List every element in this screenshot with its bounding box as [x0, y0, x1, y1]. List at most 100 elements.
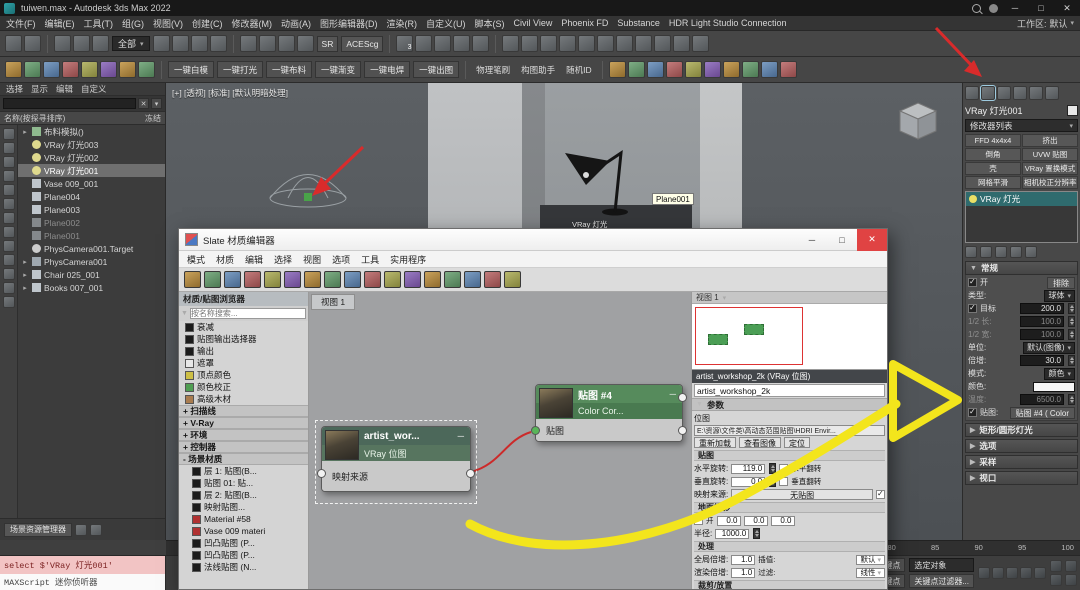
- multiplier-field[interactable]: 1.0: [731, 568, 755, 578]
- motion-tab-icon[interactable]: [1013, 86, 1027, 100]
- color-mode-dropdown[interactable]: 颜色▾: [1044, 368, 1075, 380]
- select-object-icon[interactable]: [153, 35, 170, 52]
- modifier-stack[interactable]: VRay 灯光: [965, 191, 1078, 243]
- scene-object-row[interactable]: ▸ Books 007_001: [18, 281, 165, 294]
- radius-field[interactable]: 1000.0: [715, 529, 749, 539]
- script-icon[interactable]: [780, 61, 797, 78]
- ground-on-checkbox[interactable]: [694, 516, 703, 525]
- scene-object-row[interactable]: VRay 灯光003: [18, 138, 165, 151]
- browser-item[interactable]: 凹凸贴图 (P...: [179, 537, 308, 549]
- slate-menu-item[interactable]: 编辑: [245, 253, 263, 266]
- modifier-button[interactable]: 网格平滑: [965, 176, 1021, 189]
- display-cameras-icon[interactable]: [3, 184, 15, 196]
- display-groups-icon[interactable]: [3, 226, 15, 238]
- unlink-selection-icon[interactable]: [73, 35, 90, 52]
- browser-item[interactable]: 输出: [179, 345, 308, 357]
- scene-cleaner-icon[interactable]: [138, 61, 155, 78]
- expand-arrow-icon[interactable]: ▸: [21, 284, 29, 292]
- render-setup-icon[interactable]: [654, 35, 671, 52]
- display-xrefs-icon[interactable]: [3, 240, 15, 252]
- camera-lister-icon[interactable]: [81, 61, 98, 78]
- object-color-swatch[interactable]: [1067, 105, 1078, 116]
- go-to-end-icon[interactable]: [1034, 567, 1046, 579]
- params-rollout-header[interactable]: ▼参数: [692, 398, 887, 411]
- explorer-menu-item[interactable]: 选择: [6, 83, 23, 95]
- target-checkbox[interactable]: [968, 304, 977, 313]
- bitmap-action-button[interactable]: 查看图像: [739, 437, 781, 448]
- browser-group-header[interactable]: + 扫描线: [179, 405, 308, 417]
- expand-arrow-icon[interactable]: ▸: [21, 128, 29, 136]
- sort-mode-icon[interactable]: [3, 296, 15, 308]
- zoom-view-icon[interactable]: [1065, 560, 1077, 572]
- viewcube[interactable]: [890, 95, 946, 151]
- output-socket[interactable]: [678, 426, 687, 435]
- display-shapes-icon[interactable]: [3, 156, 15, 168]
- node-view[interactable]: 视图 1 artist_wor...─ VRay 位图 映射来源: [309, 292, 691, 589]
- physical-camera-icon[interactable]: [742, 61, 759, 78]
- browser-item[interactable]: 贴图输出选择器: [179, 333, 308, 345]
- plugin-button[interactable]: 一键布料: [266, 61, 312, 78]
- texture-map-button[interactable]: 贴图 #4 ( Color: [1010, 407, 1075, 419]
- stack-item[interactable]: VRay 灯光: [966, 192, 1077, 206]
- display-geometry-icon[interactable]: [3, 142, 15, 154]
- menu-item[interactable]: 修改器(M): [232, 17, 273, 30]
- rollout-header[interactable]: ▶ 视口: [965, 471, 1078, 485]
- position-field[interactable]: 0.0: [771, 516, 795, 526]
- redo-icon[interactable]: [24, 35, 41, 52]
- display-bones-icon[interactable]: [3, 254, 15, 266]
- scale-icon[interactable]: [278, 35, 295, 52]
- render-production-icon[interactable]: [692, 35, 709, 52]
- scene-object-row[interactable]: PhysCamera001.Target: [18, 242, 165, 255]
- scene-object-row[interactable]: ▸ 布料模拟(): [18, 125, 165, 138]
- batch-render-icon[interactable]: [761, 61, 778, 78]
- rotation-field[interactable]: 119.0: [731, 464, 765, 474]
- explorer-options-icon[interactable]: [90, 524, 102, 536]
- position-field[interactable]: 0.0: [744, 516, 768, 526]
- zoom-tool-icon[interactable]: [464, 271, 481, 288]
- next-frame-icon[interactable]: [1020, 567, 1032, 579]
- rollout-header[interactable]: ▶ 矩形/圆形灯光: [965, 423, 1078, 437]
- menu-item[interactable]: Substance: [617, 18, 660, 28]
- selection-filter-dropdown[interactable]: 全部▾: [112, 36, 150, 51]
- pick-material-icon[interactable]: [204, 271, 221, 288]
- modifier-button[interactable]: 壳: [965, 162, 1021, 175]
- minimize-button[interactable]: ─: [1006, 3, 1024, 13]
- plugin-button[interactable]: 一键出图: [413, 61, 459, 78]
- bitmap-action-button[interactable]: 重新加载: [694, 437, 736, 448]
- flip-checkbox[interactable]: [779, 477, 788, 486]
- node-color-correction[interactable]: 贴图 #4─ Color Cor... 贴图: [535, 384, 683, 442]
- node-vray-bitmap[interactable]: artist_wor...─ VRay 位图 映射来源: [321, 426, 471, 492]
- browser-item[interactable]: 映射贴图...: [179, 501, 308, 513]
- texture-checkbox[interactable]: [968, 408, 977, 417]
- slate-menu-item[interactable]: 选择: [274, 253, 292, 266]
- show-background-icon[interactable]: [284, 271, 301, 288]
- search-options-icon[interactable]: ▾: [151, 98, 162, 109]
- display-tab-icon[interactable]: [1029, 86, 1043, 100]
- multiplier-field[interactable]: 30.0: [1020, 355, 1064, 366]
- material-editor-icon[interactable]: [635, 35, 652, 52]
- menu-item[interactable]: 自定义(U): [426, 17, 466, 30]
- plugin-button[interactable]: 一键白模: [168, 61, 214, 78]
- spinner[interactable]: [753, 528, 760, 539]
- multiplier-field[interactable]: 1.0: [731, 555, 755, 565]
- workspace-selector[interactable]: 工作区: 默认 ▾: [1017, 17, 1074, 30]
- navigator-header[interactable]: 视图 1▾: [692, 292, 887, 304]
- navigator-minimap[interactable]: [692, 304, 887, 370]
- material-id-channel-icon[interactable]: [384, 271, 401, 288]
- mapping-source-button[interactable]: 无贴图: [731, 489, 873, 500]
- zoom-extents-icon[interactable]: [1050, 574, 1062, 586]
- search-icon[interactable]: [972, 4, 981, 13]
- hierarchy-tab-icon[interactable]: [997, 86, 1011, 100]
- relink-bitmaps-icon[interactable]: [5, 61, 22, 78]
- input-socket[interactable]: [531, 426, 540, 435]
- slate-menu-item[interactable]: 实用程序: [390, 253, 426, 266]
- browser-item[interactable]: 颜色校正: [179, 381, 308, 393]
- uv-tools-icon[interactable]: [43, 61, 60, 78]
- sun-light-icon[interactable]: [647, 61, 664, 78]
- menu-item[interactable]: 组(G): [122, 17, 144, 30]
- flip-checkbox[interactable]: [779, 464, 788, 473]
- scene-explorer-selector-button[interactable]: 场景资源管理器: [4, 523, 72, 537]
- material-library-icon[interactable]: [24, 61, 41, 78]
- browser-group-header[interactable]: + 环境: [179, 429, 308, 441]
- slate-menu-item[interactable]: 模式: [187, 253, 205, 266]
